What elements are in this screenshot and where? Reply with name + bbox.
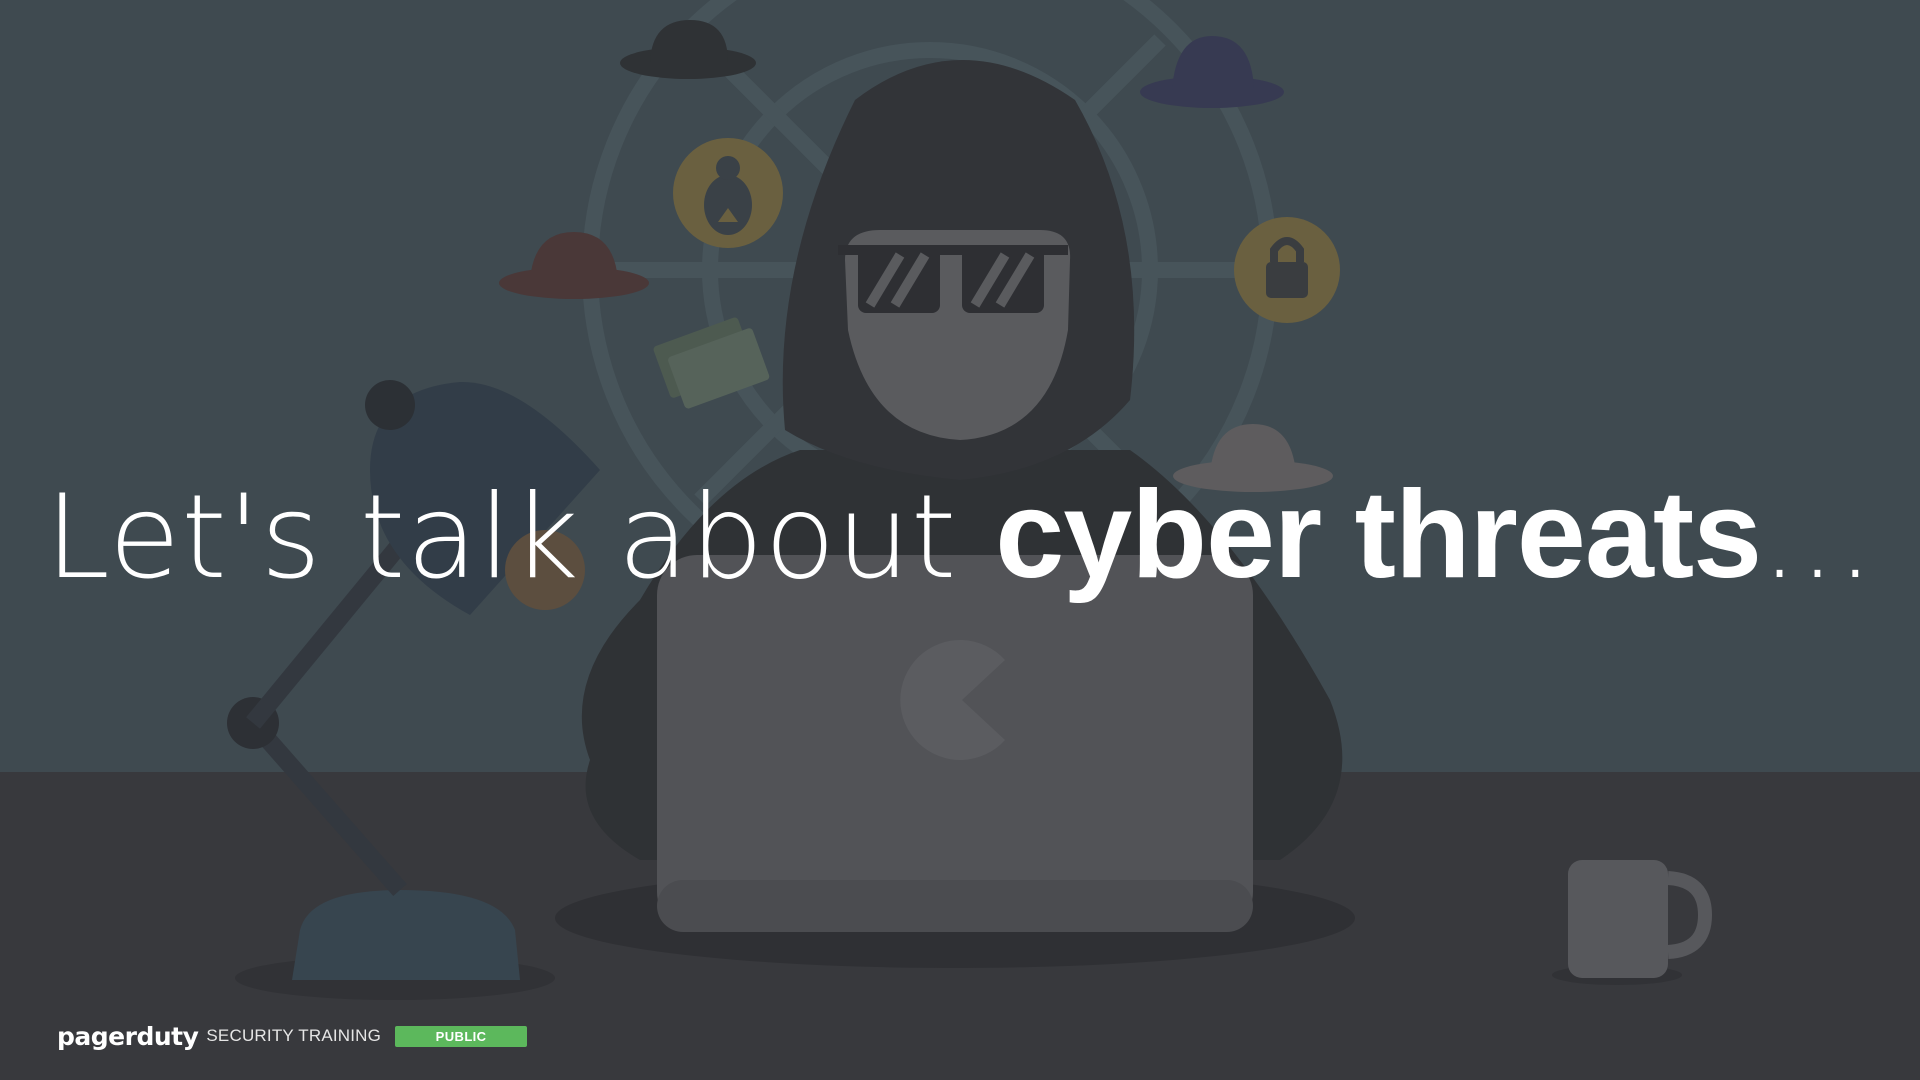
- laptop: [555, 555, 1355, 968]
- bug-icon: [673, 138, 783, 248]
- headline-bold: cyber threats: [995, 466, 1762, 604]
- headline-light: Let's talk about: [45, 470, 996, 605]
- footer: pagerduty SECURITY TRAINING PUBLIC: [57, 1020, 528, 1052]
- pagerduty-logo: pagerduty: [57, 1021, 199, 1051]
- lock-icon: [1234, 217, 1340, 323]
- slide-headline: Let's talk about cyber threats...: [0, 470, 1920, 603]
- classification-badge: PUBLIC: [395, 1025, 528, 1047]
- headline-ellipsis: ...: [1761, 470, 1875, 605]
- slide: Let's talk about cyber threats... pagerd…: [0, 0, 1920, 1080]
- footer-label: SECURITY TRAINING: [206, 1026, 382, 1045]
